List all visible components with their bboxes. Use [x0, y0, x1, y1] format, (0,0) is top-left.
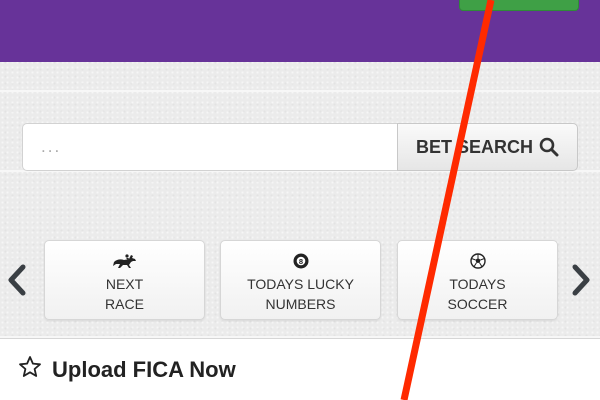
carousel-prev-button[interactable] [4, 264, 30, 300]
quick-link-todays-soccer[interactable]: TODAYS SOCCER [397, 240, 558, 320]
quick-link-label: TODAYS LUCKY NUMBERS [247, 274, 354, 314]
bet-search-button[interactable]: BET SEARCH [397, 123, 578, 171]
quick-link-label: NEXT RACE [105, 274, 144, 314]
top-header-bar [0, 0, 600, 62]
horse-racing-icon [112, 253, 138, 269]
lucky-ball-number: 8 [298, 257, 302, 266]
star-outline-icon [18, 355, 42, 384]
bet-search-row: BET SEARCH [0, 94, 600, 172]
soccer-ball-icon [469, 253, 486, 269]
chevron-left-icon [6, 263, 28, 302]
lucky-ball-icon: 8 [293, 253, 309, 269]
quick-link-label-line2: SOCCER [447, 296, 508, 312]
upload-fica-title: Upload FICA Now [52, 356, 236, 382]
bet-search-input[interactable] [22, 123, 398, 171]
quick-link-label-line2: RACE [105, 296, 144, 312]
quick-link-next-race[interactable]: NEXT RACE [44, 240, 205, 320]
quick-link-todays-lucky-numbers[interactable]: 8 TODAYS LUCKY NUMBERS [220, 240, 381, 320]
quick-link-label-line1: TODAYS LUCKY [247, 276, 354, 292]
search-icon [539, 137, 559, 157]
quick-links-carousel: NEXT RACE 8 TODAYS LUCKY NUMBERS TODAYS [0, 236, 600, 326]
quick-link-label: TODAYS SOCCER [448, 274, 508, 314]
header-action-button[interactable] [459, 0, 579, 11]
upload-fica-panel[interactable]: Upload FICA Now [0, 338, 600, 400]
quick-link-label-line2: NUMBERS [265, 296, 336, 312]
quick-link-label-line1: NEXT [105, 276, 144, 292]
header-spacer-strip [0, 62, 600, 92]
bet-search-button-label: BET SEARCH [415, 136, 533, 157]
carousel-next-button[interactable] [568, 264, 594, 300]
chevron-right-icon [570, 263, 592, 302]
quick-link-label-line1: TODAYS [449, 276, 506, 292]
